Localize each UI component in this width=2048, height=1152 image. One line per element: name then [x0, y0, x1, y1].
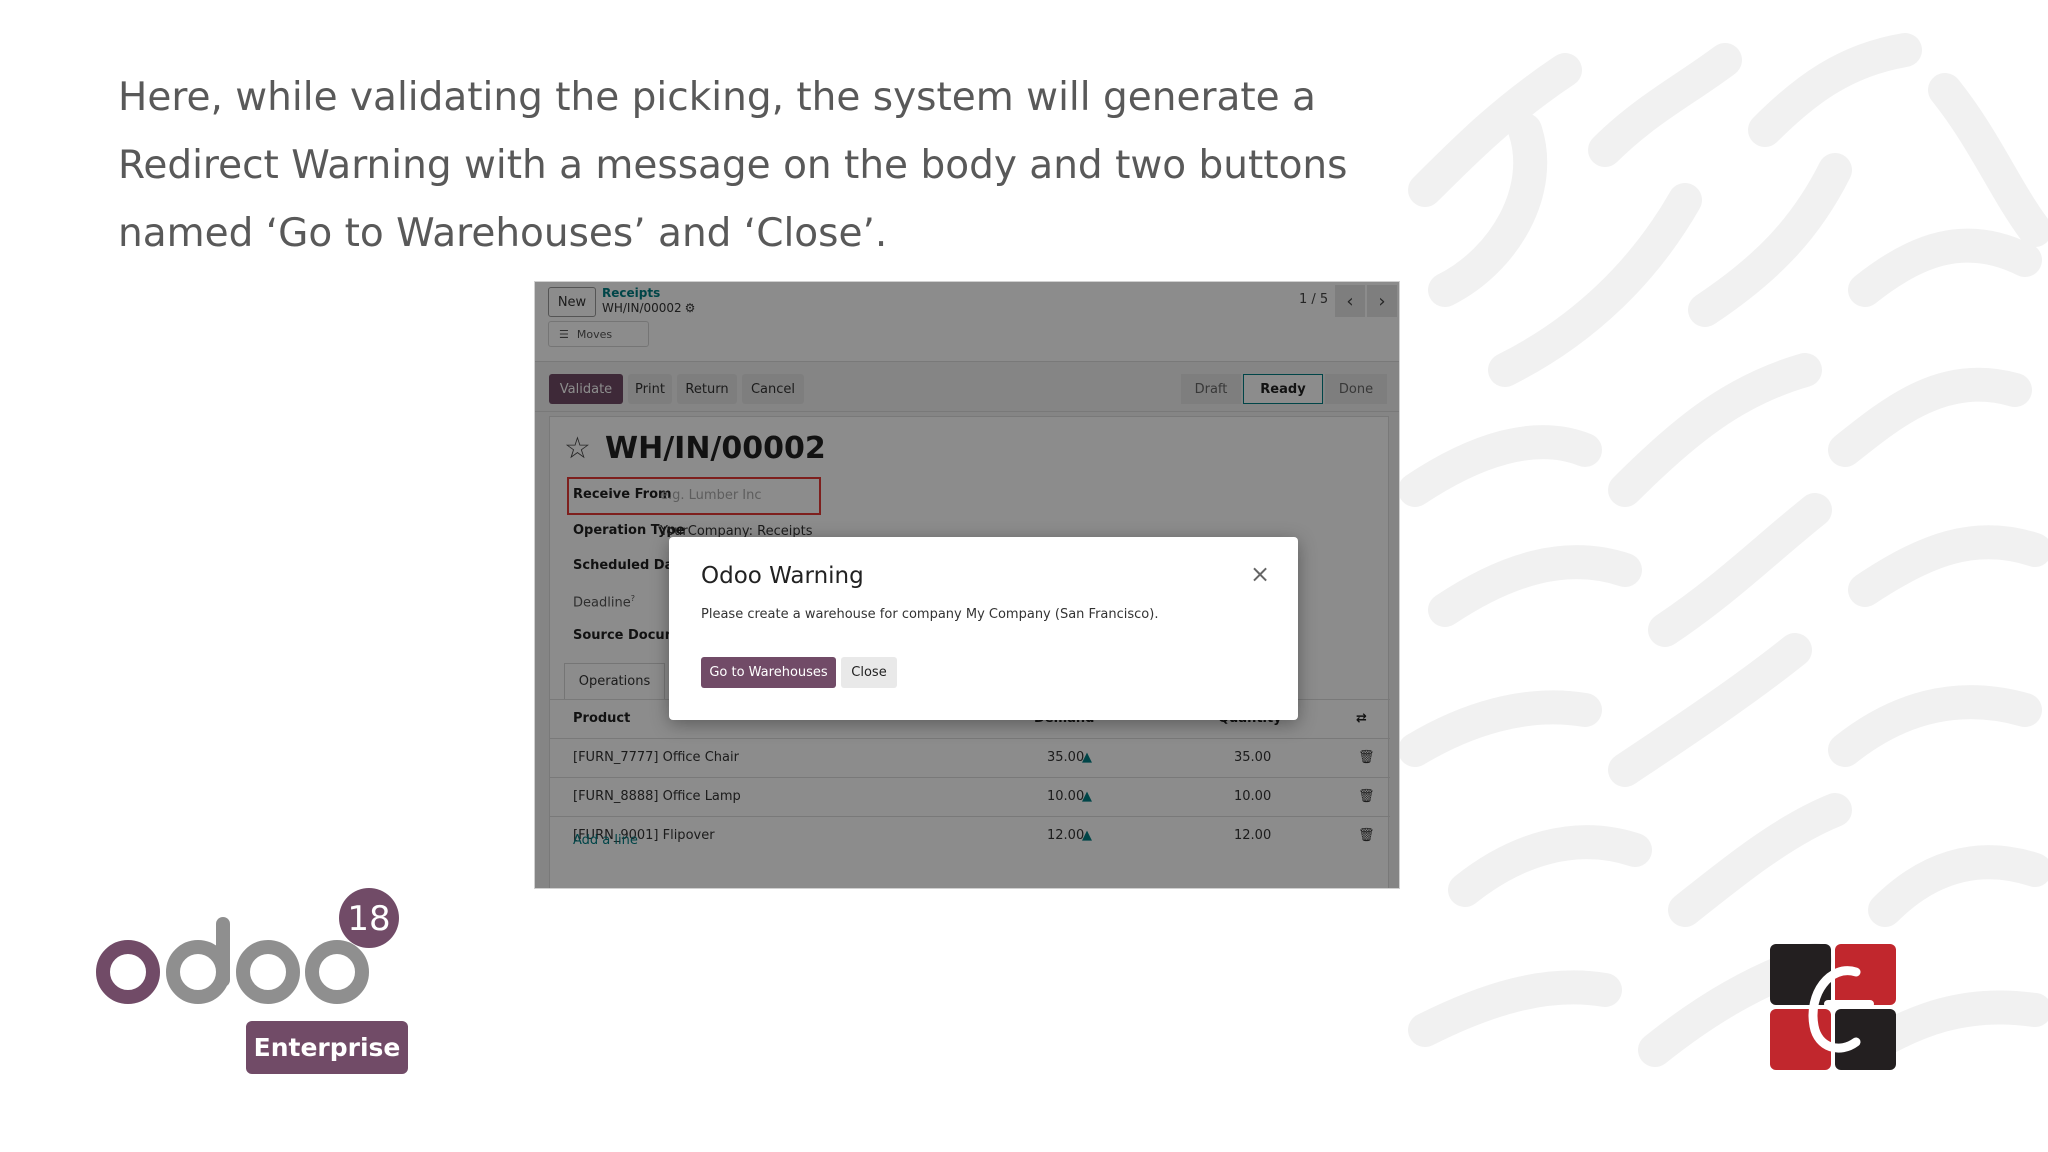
dialog-message: Please create a warehouse for company My…	[701, 607, 1159, 622]
warning-dialog: Odoo Warning × Please create a warehouse…	[669, 537, 1298, 720]
go-to-warehouses-button[interactable]: Go to Warehouses	[701, 657, 836, 688]
decorative-background-pattern	[1398, 33, 2048, 1067]
version-number: 18	[347, 899, 390, 939]
company-logo	[1770, 944, 1896, 1070]
slide-description: Here, while validating the picking, the …	[118, 75, 1348, 256]
dialog-title: Odoo Warning	[701, 563, 864, 589]
close-button[interactable]: Close	[841, 657, 897, 688]
enterprise-badge: Enterprise	[246, 1021, 408, 1074]
close-icon[interactable]: ×	[1247, 560, 1273, 588]
